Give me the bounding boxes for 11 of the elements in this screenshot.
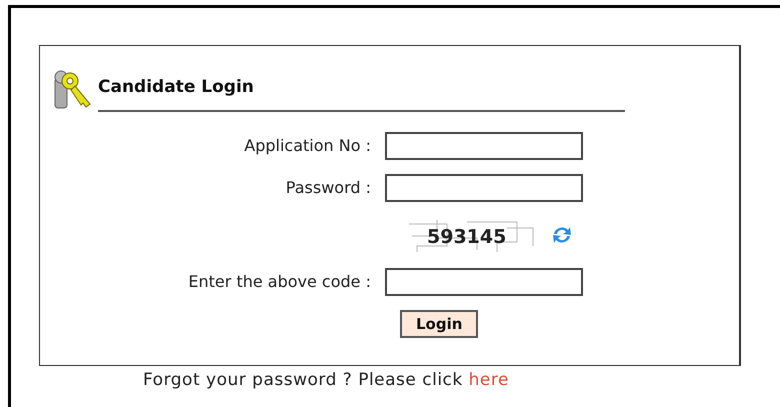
input-field[interactable] [385, 132, 583, 160]
input-field[interactable] [385, 268, 583, 296]
forgot-password-text: Forgot your password ? Please click [143, 370, 463, 390]
field-label: Application No : [244, 136, 371, 155]
input-field[interactable] [385, 174, 583, 202]
field-label: Password : [286, 178, 371, 197]
refresh-icon[interactable] [551, 225, 573, 245]
field-label: Enter the above code : [188, 272, 371, 291]
login-button[interactable]: Login [400, 310, 478, 338]
here-link[interactable]: here [468, 370, 509, 390]
panel-title: Candidate Login [98, 76, 254, 96]
